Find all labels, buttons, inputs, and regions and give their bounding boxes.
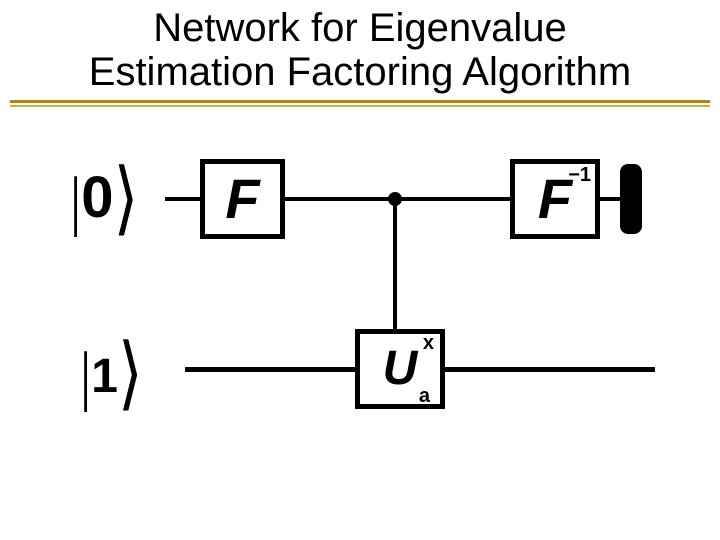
gate-fourier-label: F <box>225 171 259 227</box>
gate-fourier: F <box>200 159 285 239</box>
gate-fourier-inverse-exp: −1 <box>568 164 591 187</box>
circuit-canvas: |0⟩ |1⟩ F U x a F −1 <box>0 109 720 529</box>
gate-unitary-subscript: a <box>419 385 430 408</box>
ket-one-pipe: | <box>80 338 91 415</box>
gate-unitary: U x a <box>355 329 445 409</box>
title-rule <box>10 100 710 107</box>
title-line-2: Estimation Factoring Algorithm <box>89 50 631 94</box>
ket-one-value: 1 <box>91 350 118 403</box>
title-line-1: Network for Eigenvalue <box>153 6 567 50</box>
control-line <box>393 199 397 339</box>
ket-zero-angle: ⟩ <box>113 152 138 245</box>
ket-zero: |0⟩ <box>70 159 138 233</box>
gate-fourier-inverse: F −1 <box>510 159 600 239</box>
gate-fourier-inverse-label: F <box>538 171 572 227</box>
wire-top-left <box>165 197 205 201</box>
ket-one-angle: ⟩ <box>118 327 143 420</box>
ket-zero-value: 0 <box>81 165 113 230</box>
ket-one: |1⟩ <box>80 334 143 408</box>
measurement <box>620 164 642 234</box>
gate-unitary-label: U <box>383 345 418 393</box>
ket-zero-pipe: | <box>70 163 81 240</box>
gate-unitary-superscript: x <box>423 332 434 355</box>
slide-title: Network for Eigenvalue Estimation Factor… <box>0 0 720 98</box>
